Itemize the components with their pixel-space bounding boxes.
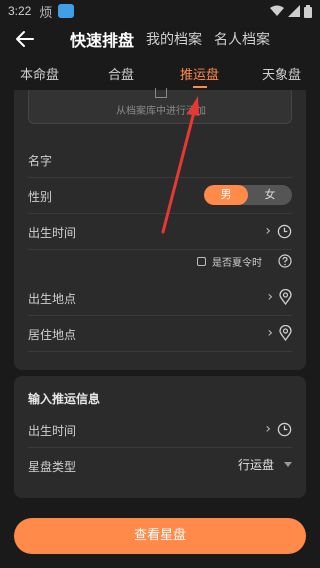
tab-sky-chart[interactable]: 天象盘 bbox=[262, 64, 301, 83]
gender-label: 性别 bbox=[28, 190, 53, 204]
name-label: 名字 bbox=[28, 154, 53, 168]
dropdown-caret-icon bbox=[284, 462, 292, 467]
wifi-icon bbox=[270, 5, 284, 16]
status-icons bbox=[270, 4, 312, 18]
gender-toggle[interactable]: 男 女 bbox=[204, 185, 292, 205]
chevron-right-icon: › bbox=[267, 325, 273, 341]
header-tab-my-archive[interactable]: 我的档案 bbox=[146, 29, 202, 49]
birth-time-label: 出生时间 bbox=[28, 226, 77, 240]
back-arrow-icon[interactable] bbox=[14, 28, 36, 50]
section-title: 输入推运信息 bbox=[28, 392, 101, 406]
top-header: 快速排盘 我的档案 名人档案 bbox=[0, 22, 320, 56]
status-time: 3:22 bbox=[8, 4, 32, 18]
header-tab-celebrity-archive[interactable]: 名人档案 bbox=[214, 29, 270, 49]
notification-app-icon-2 bbox=[58, 4, 75, 18]
gender-option-female[interactable]: 女 bbox=[248, 185, 292, 205]
dst-checkbox[interactable] bbox=[197, 256, 206, 266]
chevron-right-icon: › bbox=[267, 289, 273, 305]
tab-natal-chart[interactable]: 本命盘 bbox=[20, 64, 59, 83]
gender-row: 性别 男 女 bbox=[28, 178, 292, 214]
signal-icon bbox=[288, 5, 300, 17]
birth-place-controls: › bbox=[267, 288, 292, 306]
residence-controls: › bbox=[267, 324, 292, 342]
chevron-right-icon: › bbox=[265, 421, 271, 437]
location-pin-icon[interactable] bbox=[279, 289, 292, 305]
residence-field[interactable]: 居住地点 › bbox=[28, 316, 292, 352]
birth-info-card: 从档案库中进行添加 名字 性别 男 女 出生时间 › 是否夏令时 出生地点 › … bbox=[14, 88, 306, 370]
chart-type-tabs: 本命盘 合盘 推运盘 天象盘 bbox=[0, 58, 320, 90]
birth-place-label: 出生地点 bbox=[28, 292, 77, 306]
chart-type-label: 星盘类型 bbox=[28, 460, 77, 474]
birth-time-controls: › bbox=[265, 222, 292, 240]
add-from-archive-label: 从档案库中进行添加 bbox=[116, 106, 206, 117]
location-pin-icon[interactable] bbox=[279, 325, 292, 341]
add-archive-icon bbox=[155, 88, 167, 98]
chart-type-field[interactable]: 星盘类型 行运盘 bbox=[28, 448, 292, 484]
header-tab-quick-chart[interactable]: 快速排盘 bbox=[70, 27, 134, 51]
name-field[interactable]: 名字 bbox=[28, 142, 292, 178]
clock-icon[interactable] bbox=[277, 422, 292, 437]
progression-info-card: 输入推运信息 出生时间 › 星盘类型 行运盘 bbox=[14, 376, 306, 498]
progression-time-field[interactable]: 出生时间 › bbox=[28, 412, 292, 448]
status-bar: 3:22 烦 bbox=[0, 0, 320, 22]
chevron-right-icon: › bbox=[265, 223, 271, 239]
active-tab-indicator bbox=[193, 86, 207, 88]
dst-row: 是否夏令时 bbox=[28, 250, 292, 272]
tab-synastry-chart[interactable]: 合盘 bbox=[108, 64, 134, 83]
residence-label: 居住地点 bbox=[28, 328, 77, 342]
progression-time-controls: › bbox=[265, 420, 292, 438]
add-from-archive-button[interactable]: 从档案库中进行添加 bbox=[28, 88, 292, 124]
notification-app-icon: 烦 bbox=[39, 5, 53, 21]
chart-type-select[interactable]: 行运盘 bbox=[238, 456, 292, 473]
gender-option-male[interactable]: 男 bbox=[204, 185, 248, 205]
dst-label: 是否夏令时 bbox=[212, 257, 262, 269]
header-tabs: 快速排盘 我的档案 名人档案 bbox=[70, 22, 270, 56]
birth-place-field[interactable]: 出生地点 › bbox=[28, 280, 292, 316]
progression-time-label: 出生时间 bbox=[28, 424, 77, 438]
birth-time-field[interactable]: 出生时间 › bbox=[28, 214, 292, 250]
battery-icon bbox=[304, 4, 312, 18]
chart-type-value: 行运盘 bbox=[237, 458, 274, 472]
view-chart-button[interactable]: 查看星盘 bbox=[14, 518, 306, 554]
tab-progression-chart[interactable]: 推运盘 bbox=[180, 64, 219, 83]
clock-icon[interactable] bbox=[277, 224, 292, 239]
help-icon[interactable] bbox=[278, 254, 292, 268]
